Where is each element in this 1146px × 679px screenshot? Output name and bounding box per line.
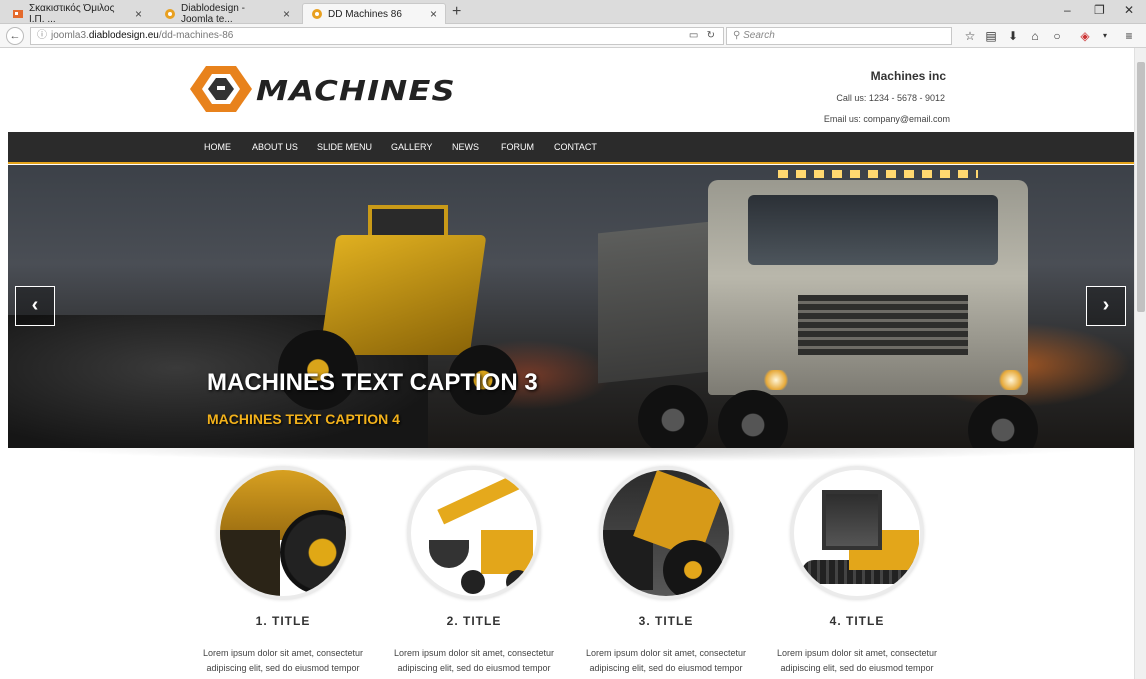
browser-tab-label: Diablodesign - Joomla te... xyxy=(181,2,245,25)
feature-1-text: Lorem ipsum dolor sit amet, consectetur … xyxy=(202,648,364,673)
feature-3: 3. TITLE Lorem ipsum dolor sit amet, con… xyxy=(571,466,761,676)
feature-4: 4. TITLE Lorem ipsum dolor sit amet, con… xyxy=(762,466,952,676)
feature-2-text: Lorem ipsum dolor sit amet, consectetur … xyxy=(393,648,555,673)
slide-caption-main: MACHINES TEXT CAPTION 3 xyxy=(207,369,538,396)
search-icon: ⚲ xyxy=(733,30,741,41)
url-domain: diablodesign.eu xyxy=(88,30,159,41)
tab-close-icon[interactable]: × xyxy=(283,7,290,21)
nav-item-forum[interactable]: FORUM xyxy=(501,142,534,152)
window-close-button[interactable]: ✕ xyxy=(1124,3,1134,17)
nav-item-home[interactable]: HOME xyxy=(204,142,231,152)
diablodesign-favicon-icon xyxy=(164,8,176,20)
search-input[interactable]: ⚲ Search xyxy=(726,27,952,45)
browser-toolbar: ← ⓘ joomla3.diablodesign.eu/dd-machines-8… xyxy=(0,24,1146,48)
url-bar[interactable]: ⓘ joomla3.diablodesign.eu/dd-machines-86 … xyxy=(30,27,724,45)
reader-view-icon[interactable]: ▭ xyxy=(689,30,698,41)
browser-tab-bar: Σκακιστικός Όμιλος Ι.Π. ... × Diablodesi… xyxy=(0,0,1146,25)
home-icon[interactable]: ⌂ xyxy=(1028,29,1042,43)
feature-4-title[interactable]: 4. TITLE xyxy=(762,614,952,628)
addon-icon[interactable]: ◈ xyxy=(1078,29,1092,43)
hero-slider: ‹ › MACHINES TEXT CAPTION 3 MACHINES TEX… xyxy=(8,165,1134,448)
chess-favicon-icon xyxy=(12,8,24,20)
browser-tab-1[interactable]: Σκακιστικός Όμιλος Ι.Π. ... × xyxy=(4,2,150,25)
reader-icon[interactable]: ▤ xyxy=(984,29,998,43)
chat-icon[interactable]: ○ xyxy=(1050,29,1064,43)
feature-2-image[interactable] xyxy=(407,466,541,600)
new-tab-button[interactable]: + xyxy=(452,3,461,21)
main-menu: HOME ABOUT US SLIDE MENU GALLERY NEWS FO… xyxy=(8,132,1134,164)
feature-4-image[interactable] xyxy=(790,466,924,600)
logo-hexagon-icon xyxy=(190,66,252,112)
browser-tab-3-active[interactable]: DD Machines 86 × xyxy=(302,3,446,24)
nav-item-news[interactable]: NEWS xyxy=(452,142,479,152)
feature-3-image[interactable] xyxy=(599,466,733,600)
browser-tab-label: DD Machines 86 xyxy=(328,8,402,20)
feature-4-text: Lorem ipsum dolor sit amet, consectetur … xyxy=(776,648,938,673)
nav-item-about-us[interactable]: ABOUT US xyxy=(252,142,298,152)
feature-1: 1. TITLE Lorem ipsum dolor sit amet, con… xyxy=(188,466,378,676)
logo-text: MACHINES xyxy=(256,74,456,107)
feature-3-title[interactable]: 3. TITLE xyxy=(571,614,761,628)
url-actions: ▭ ↻ xyxy=(689,28,715,44)
page-scrollbar[interactable] xyxy=(1134,48,1146,679)
feature-1-title[interactable]: 1. TITLE xyxy=(188,614,378,628)
info-icon[interactable]: ⓘ xyxy=(37,30,47,41)
tab-close-icon[interactable]: × xyxy=(135,7,142,21)
phone-line: Call us: 1234 - 5678 - 9012 xyxy=(836,93,945,103)
nav-item-slide-menu[interactable]: SLIDE MENU xyxy=(317,142,372,152)
feature-2: 2. TITLE Lorem ipsum dolor sit amet, con… xyxy=(379,466,569,676)
slider-prev-button[interactable]: ‹ xyxy=(15,286,55,326)
nav-item-gallery[interactable]: GALLERY xyxy=(391,142,432,152)
url-path: /dd-machines-86 xyxy=(158,30,234,41)
back-arrow-icon[interactable]: ← xyxy=(6,27,24,45)
url-prefix: joomla3. xyxy=(51,30,89,41)
company-name: Machines inc xyxy=(870,69,946,83)
scrollbar-thumb[interactable] xyxy=(1137,62,1145,312)
email-line: Email us: company@email.com xyxy=(823,114,950,124)
search-placeholder: Search xyxy=(743,30,775,41)
addon-dropdown-icon[interactable]: ▾ xyxy=(1098,29,1112,43)
reload-icon[interactable]: ↻ xyxy=(707,30,715,41)
diablodesign-favicon-icon xyxy=(311,8,323,20)
download-icon[interactable]: ⬇ xyxy=(1006,29,1020,43)
star-icon[interactable]: ☆ xyxy=(963,29,977,43)
tab-close-icon[interactable]: × xyxy=(430,7,437,21)
browser-tab-label: Σκακιστικός Όμιλος Ι.Π. ... xyxy=(29,2,115,25)
window-restore-button[interactable]: ❐ xyxy=(1094,3,1105,17)
feature-1-image[interactable] xyxy=(216,466,350,600)
slider-next-button[interactable]: › xyxy=(1086,286,1126,326)
feature-3-text: Lorem ipsum dolor sit amet, consectetur … xyxy=(585,648,747,673)
menu-icon[interactable]: ≡ xyxy=(1122,29,1136,43)
window-minimize-button[interactable]: – xyxy=(1064,3,1071,17)
slide-caption-sub: MACHINES TEXT CAPTION 4 xyxy=(207,411,400,427)
feature-2-title[interactable]: 2. TITLE xyxy=(379,614,569,628)
nav-item-contact[interactable]: CONTACT xyxy=(554,142,597,152)
browser-tab-2[interactable]: Diablodesign - Joomla te... × xyxy=(156,2,298,25)
site-logo[interactable]: MACHINES xyxy=(190,64,455,114)
slider-shadow xyxy=(40,448,1100,462)
